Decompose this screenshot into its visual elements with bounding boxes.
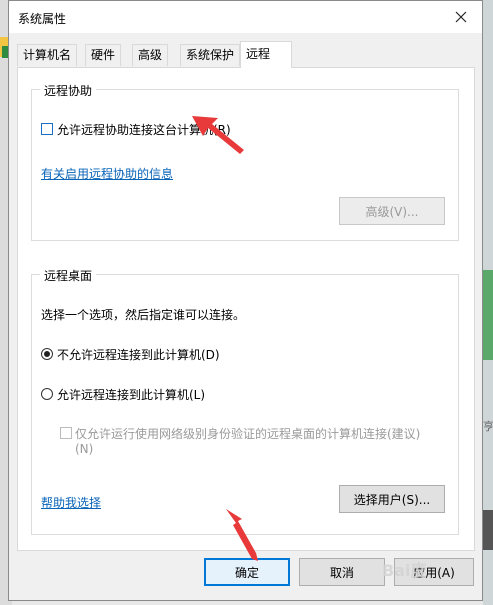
close-button[interactable] <box>440 1 482 33</box>
watermark: Bai度 <box>382 561 427 580</box>
title-bar: 系统属性 <box>9 1 482 33</box>
remote-assistance-title: 远程协助 <box>40 82 97 99</box>
remote-desktop-title: 远程桌面 <box>40 267 97 284</box>
allow-remote-assistance-checkbox[interactable] <box>41 123 53 135</box>
deny-remote-radio[interactable] <box>41 348 53 360</box>
advanced-button[interactable]: 高级(V)... <box>339 197 445 225</box>
allow-remote-radio[interactable] <box>41 388 53 400</box>
remote-assistance-group: 远程协助 允许远程协助连接这台计算机(R) 有关启用远程协助的信息 高级(V).… <box>31 82 459 241</box>
nla-label-line2: (N) <box>75 442 94 456</box>
background-right-strip: 亨 <box>483 0 493 605</box>
tab-hardware[interactable]: 硬件 <box>85 44 122 66</box>
nla-checkbox[interactable] <box>60 427 72 439</box>
tab-computer-name[interactable]: 计算机名 <box>17 44 78 66</box>
tab-advanced[interactable]: 高级 <box>132 44 169 66</box>
ok-button[interactable]: 确定 <box>204 558 290 586</box>
system-properties-dialog: 系统属性 计算机名 硬件 高级 系统保护 远程 远程协助 允许远程协助连接这台计… <box>8 0 483 601</box>
remote-desktop-instruction: 选择一个选项，然后指定谁可以连接。 <box>41 308 246 322</box>
window-title: 系统属性 <box>18 12 67 26</box>
tab-system-protection[interactable]: 系统保护 <box>180 44 241 66</box>
close-icon <box>455 11 467 23</box>
tab-remote[interactable]: 远程 <box>240 41 292 68</box>
allow-remote-assistance-label[interactable]: 允许远程协助连接这台计算机(R) <box>57 121 231 138</box>
remote-tab-page: 远程协助 允许远程协助连接这台计算机(R) 有关启用远程协助的信息 高级(V).… <box>17 67 475 551</box>
cancel-button[interactable]: 取消 <box>299 558 385 586</box>
nla-label-line1: 仅允许运行使用网络级别身份验证的远程桌面的计算机连接(建议) <box>75 427 421 441</box>
help-me-choose-link[interactable]: 帮助我选择 <box>41 494 101 511</box>
select-users-button[interactable]: 选择用户(S)... <box>339 485 445 513</box>
remote-desktop-group: 远程桌面 选择一个选项，然后指定谁可以连接。 不允许远程连接到此计算机(D) 允… <box>31 267 459 535</box>
allow-remote-label[interactable]: 允许远程连接到此计算机(L) <box>57 386 205 403</box>
remote-assistance-info-link[interactable]: 有关启用远程协助的信息 <box>41 165 173 182</box>
deny-remote-label[interactable]: 不允许远程连接到此计算机(D) <box>57 346 220 363</box>
radio-selected-dot <box>44 351 50 357</box>
background-text: 亨 <box>483 420 493 433</box>
